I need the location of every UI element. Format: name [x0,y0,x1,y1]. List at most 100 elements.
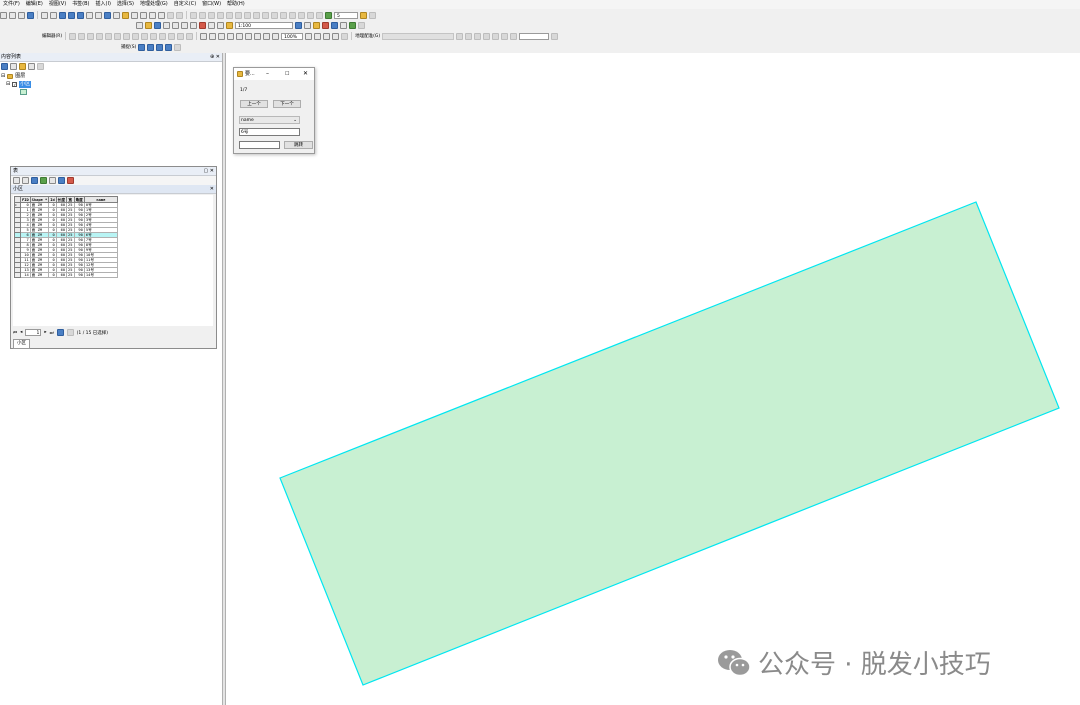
rotate-raster-icon[interactable] [465,32,473,40]
switch-selection-icon[interactable] [40,177,47,184]
toc-options-icon[interactable] [37,63,44,70]
layout-zoom-out-icon[interactable] [209,32,217,40]
search-icon[interactable] [322,21,329,29]
previous-record-icon[interactable]: ◂ [20,330,22,335]
copy-icon[interactable] [181,21,188,29]
toolbar-options-icon[interactable] [341,32,349,40]
toc-pin-close-icon[interactable]: ⊕ ✕ [210,53,220,61]
menu-bookmarks[interactable]: 书签(B) [69,0,92,9]
focus-data-frame-icon[interactable] [314,32,322,40]
scale-raster-icon[interactable] [483,32,491,40]
create-features-icon[interactable] [289,11,296,19]
zoom-whole-page-icon[interactable] [227,32,235,40]
value-field[interactable]: 6号 [239,128,300,136]
snapping-menu[interactable]: 捕捉(S) [121,44,136,50]
attribute-table[interactable]: FID Shape * Id 长度 宽 角度 name ▸ 0 面 ZM 0 60 25 9… [14,196,118,278]
next-button[interactable]: 下一个 [273,100,301,108]
sketch-properties-icon[interactable] [271,11,278,19]
map-scale-combo[interactable]: 1:100 [235,21,293,29]
edit-annotation-icon[interactable] [78,32,86,40]
straight-segment-icon[interactable] [87,32,95,40]
table-cell[interactable]: 0 [48,272,57,278]
edge-snapping-icon[interactable] [165,43,173,51]
redo-icon[interactable] [217,21,224,29]
editor-toolbar-icon[interactable] [295,21,302,29]
toggle-draft-mode-icon[interactable] [305,32,313,40]
map-canvas[interactable] [226,53,1080,705]
buffer-icon[interactable] [316,11,323,19]
rotate-icon[interactable] [253,11,260,19]
viewer-window-icon[interactable] [176,11,183,19]
table-cell[interactable]: 面 ZM [29,272,50,278]
menu-windows[interactable]: 窗口(W) [199,0,224,9]
add-control-points-icon[interactable] [456,32,464,40]
layout-zoom-in-icon[interactable] [200,32,208,40]
union-icon[interactable] [298,11,305,19]
fixed-zoom-in-layout-icon[interactable] [245,32,253,40]
attributes-icon[interactable] [262,11,269,19]
full-extent-icon[interactable] [27,11,34,19]
menu-file[interactable]: 文件(F) [0,0,23,9]
toolbar-options-icon[interactable] [174,43,182,51]
editor-menu[interactable]: 编辑器(R) [42,33,62,39]
attributes-icon[interactable] [168,32,176,40]
flag-icon[interactable] [360,11,367,19]
zoom-in-icon[interactable] [0,11,7,19]
table-cell[interactable]: 14 [20,272,31,278]
select-features-icon[interactable] [77,11,84,19]
scale-value-combo[interactable]: 5 [334,11,358,19]
georef-layer-combo[interactable] [382,32,455,40]
select-elements-icon[interactable] [95,11,102,19]
toolbar-options-icon[interactable] [369,11,376,19]
table-cell[interactable]: 14号 [83,272,118,278]
reshape-icon[interactable] [235,11,242,19]
go-to-xy-icon[interactable] [158,11,165,19]
zoom-percent-combo[interactable]: 100% [281,32,304,40]
close-table-icon[interactable]: ✕ [210,185,214,193]
attribute-grid[interactable]: FID Shape * Id 长度 宽 角度 name ▸ 0 面 ZM 0 60 25 9… [13,195,213,326]
straight-segment-icon[interactable] [199,11,206,19]
identify-icon[interactable] [104,11,111,19]
print-icon[interactable] [163,21,170,29]
cut-polygon-icon[interactable] [141,32,149,40]
menu-geoprocessing[interactable]: 地理处理(G) [137,0,171,9]
toolbar-options-icon[interactable] [551,32,559,40]
topology-icon[interactable] [280,11,287,19]
menu-customize[interactable]: 自定义(C) [171,0,199,9]
list-by-source-icon[interactable] [10,63,17,70]
table-row[interactable]: 14 面 ZM 0 60 25 90 14号 [14,272,118,278]
menu-edit[interactable]: 编辑(E) [23,0,46,9]
fixed-zoom-out-icon[interactable] [50,11,57,19]
field-select[interactable]: name ⌄ [239,116,300,124]
open-icon[interactable] [145,21,152,29]
maximize-icon[interactable]: ☐ [285,68,289,80]
edit-vertices-icon[interactable] [123,32,131,40]
map-view[interactable] [226,53,1080,705]
fixed-zoom-in-icon[interactable] [41,11,48,19]
jump-button[interactable]: 跳转 [284,141,313,149]
viewer-icon[interactable] [510,32,518,40]
back-icon[interactable] [59,11,66,19]
html-popup-icon[interactable] [122,11,129,19]
shift-raster-icon[interactable] [474,32,482,40]
split-icon[interactable] [150,32,158,40]
table-cell[interactable]: 60 [55,272,68,278]
trace-icon[interactable] [208,11,215,19]
forward-extent-icon[interactable] [272,32,280,40]
hyperlink-icon[interactable] [113,11,120,19]
last-record-icon[interactable]: ⏭ [50,330,54,336]
chevron-down-icon[interactable]: ⌄ [293,117,297,124]
view-link-table-icon[interactable] [492,32,500,40]
layout-pan-icon[interactable] [218,32,226,40]
python-icon[interactable] [340,21,347,29]
table-cell[interactable]: 90 [73,272,85,278]
globe-icon[interactable] [325,11,332,19]
reshape-icon[interactable] [132,32,140,40]
save-icon[interactable] [154,21,161,29]
menu-insert[interactable]: 插入(I) [93,0,114,9]
select-by-attributes-icon[interactable] [31,177,38,184]
cut-icon[interactable] [172,21,179,29]
new-document-icon[interactable] [136,21,143,29]
change-layout-icon[interactable] [323,32,331,40]
layer-visibility-checkbox[interactable]: ✓ [12,82,18,87]
